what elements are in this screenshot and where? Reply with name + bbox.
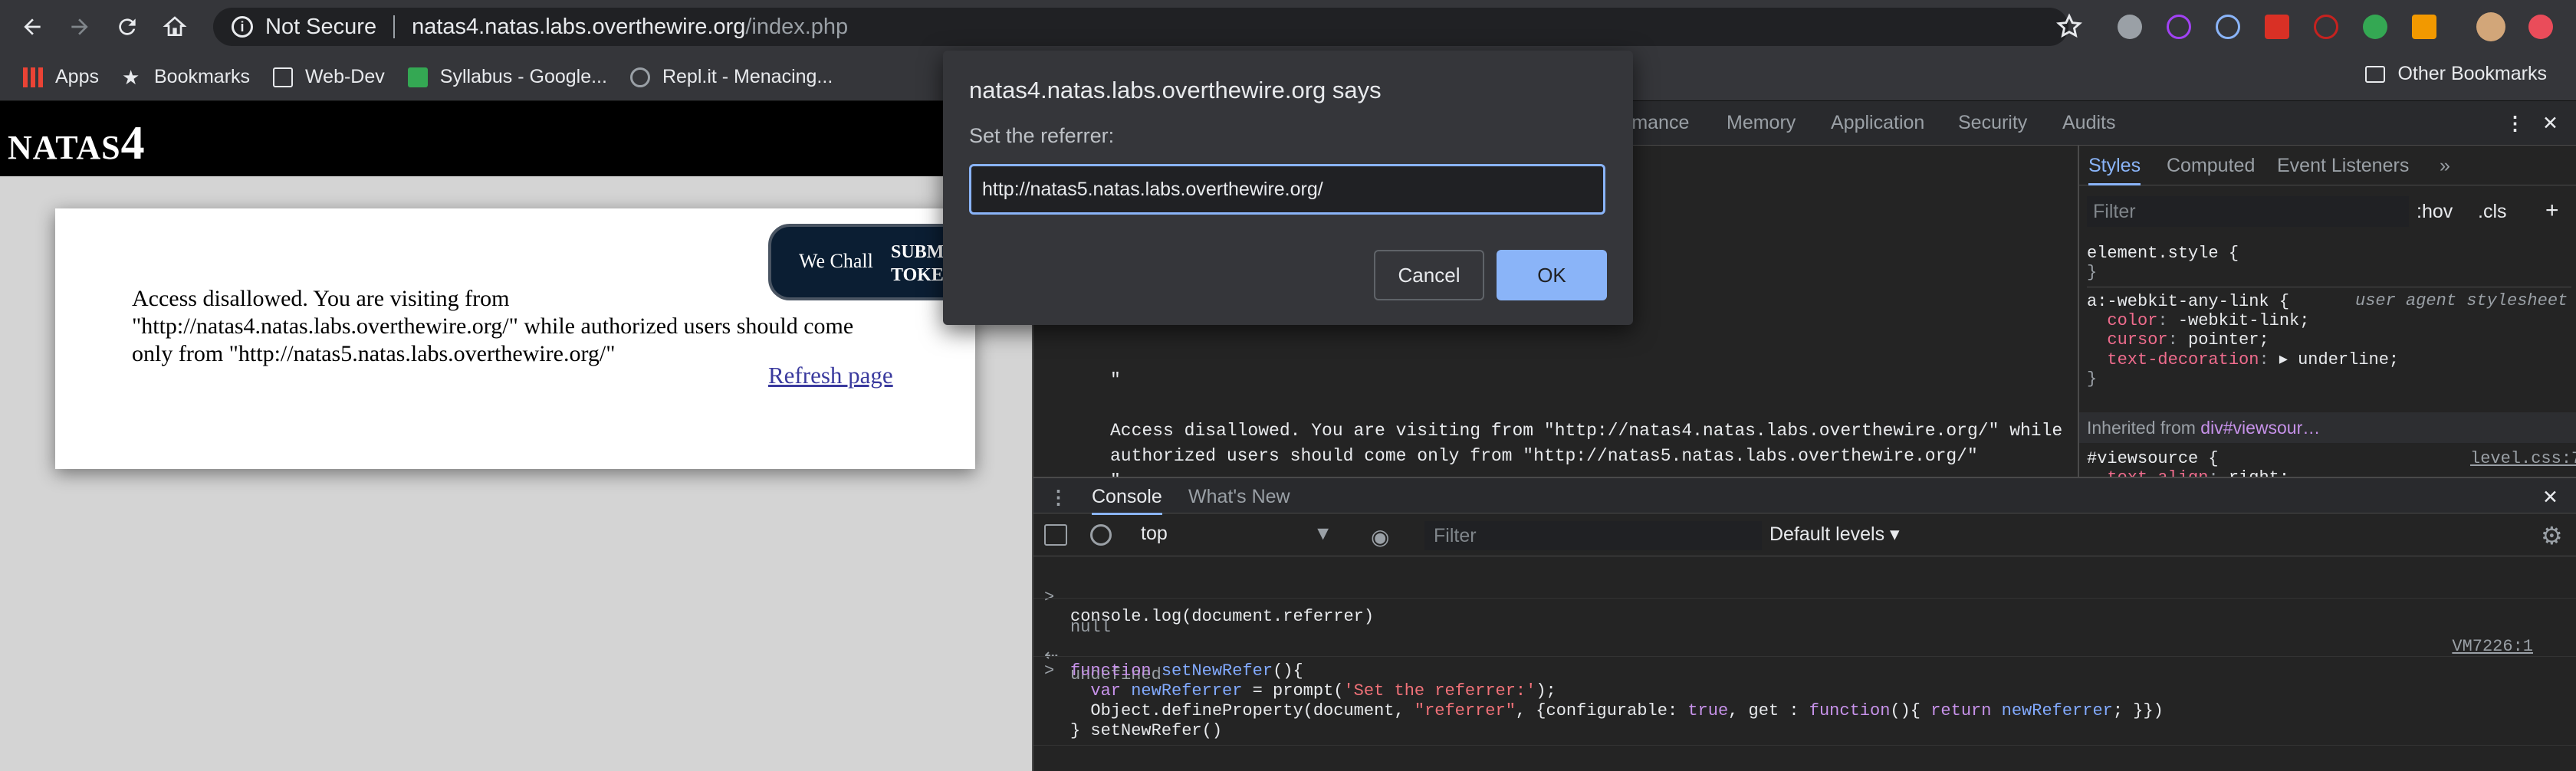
- tab-computed[interactable]: Computed: [2167, 155, 2255, 177]
- security-label: Not Secure: [265, 14, 377, 39]
- apps-grid-icon: [23, 67, 43, 87]
- home-button[interactable]: [159, 11, 190, 42]
- reload-button[interactable]: [112, 11, 143, 42]
- address-bar[interactable]: i Not Secure natas4.natas.labs.overthewi…: [213, 8, 2068, 46]
- tab-performance[interactable]: rmance: [1625, 112, 1689, 134]
- drawer-menu-icon[interactable]: ⋮: [1049, 486, 1068, 509]
- url-path: /index.php: [745, 14, 849, 39]
- separator: [393, 15, 396, 38]
- info-icon[interactable]: i: [232, 16, 253, 38]
- extension-lastpass-icon[interactable]: [2265, 15, 2289, 39]
- element-style-rule[interactable]: element.style { }: [2087, 244, 2239, 282]
- bookmark-replit[interactable]: Repl.it - Menacing...: [629, 66, 833, 88]
- prompt-dialog: natas4.natas.labs.overthewire.org says S…: [943, 51, 1633, 325]
- browser-toolbar: i Not Secure natas4.natas.labs.overthewi…: [0, 0, 2576, 54]
- tab-memory[interactable]: Memory: [1727, 112, 1796, 134]
- chevron-down-icon: ▼: [1313, 523, 1332, 544]
- tab-application[interactable]: Application: [1831, 112, 1924, 134]
- more-tabs-icon[interactable]: »: [2440, 155, 2450, 177]
- cancel-button[interactable]: Cancel: [1374, 250, 1484, 300]
- add-rule-icon[interactable]: +: [2545, 198, 2559, 224]
- site-title: NATAS4: [8, 117, 146, 169]
- drawer-close-icon[interactable]: ✕: [2542, 486, 2558, 509]
- extension-podcast-icon[interactable]: [2167, 15, 2191, 39]
- tab-whats-new[interactable]: What's New: [1188, 486, 1290, 508]
- drawer-tabs: ⋮ Console What's New ✕: [1033, 478, 2576, 515]
- home-icon: [163, 16, 187, 36]
- ok-button[interactable]: OK: [1497, 250, 1607, 300]
- other-bookmarks[interactable]: Other Bookmarks: [2365, 63, 2547, 85]
- cls-toggle[interactable]: .cls: [2478, 201, 2507, 223]
- extension-block-icon[interactable]: [2314, 15, 2338, 39]
- console-filter-input[interactable]: Filter: [1424, 521, 1762, 550]
- prompt-chevron-icon: >: [1044, 661, 1055, 681]
- content-box: We Chall SUBMIT TOKEN Access disallowed. …: [55, 208, 998, 469]
- dialog-title: natas4.natas.labs.overthewire.org says: [969, 77, 1382, 103]
- dom-tree-text[interactable]: " Access disallowed. You are visiting fr…: [1110, 368, 2062, 494]
- reload-icon: [119, 18, 136, 35]
- console-prompt[interactable]: >: [1033, 745, 2576, 771]
- star-icon: ★: [121, 65, 140, 89]
- bookmark-bookmarks[interactable]: ★ Bookmarks: [122, 66, 250, 88]
- hov-toggle[interactable]: :hov: [2417, 201, 2453, 223]
- forward-button[interactable]: [64, 11, 95, 42]
- log-levels-select[interactable]: Default levels ▾: [1769, 523, 1900, 546]
- styles-pane: Styles Computed Event Listeners » Filter…: [2078, 146, 2576, 477]
- ua-source-label: user agent stylesheet: [2355, 291, 2568, 310]
- context-select[interactable]: top ▼: [1141, 523, 1340, 549]
- console-code-block: > function setNewRefer(){ var newReferre…: [1033, 656, 2576, 740]
- devtools-close-icon[interactable]: ✕: [2542, 112, 2558, 135]
- referrer-input[interactable]: [969, 164, 1605, 215]
- folder-icon: [2365, 65, 2386, 83]
- console-toolbar: top ▼ ◉ Filter Default levels ▾ ⚙: [1033, 513, 2576, 556]
- styles-filter-input[interactable]: Filter: [2087, 196, 2409, 227]
- inherited-header: Inherited from div#viewsour…: [2079, 412, 2576, 443]
- console-settings-gear-icon[interactable]: ⚙: [2541, 521, 2563, 550]
- url-host: natas4.natas.labs.overthewire.org: [412, 14, 746, 39]
- bookmark-syllabus[interactable]: Syllabus - Google...: [407, 66, 607, 88]
- refresh-page-link[interactable]: Refresh page: [768, 362, 893, 389]
- tab-event-listeners[interactable]: Event Listeners: [2277, 155, 2409, 177]
- folder-icon: [273, 67, 294, 87]
- sidebar-toggle-icon[interactable]: [1044, 524, 1067, 546]
- devtools-menu-icon[interactable]: ⋮: [2505, 112, 2525, 135]
- page-viewport: NATAS4 We Chall SUBMIT TOKEN Access disal…: [0, 101, 1032, 771]
- prompt-chevron-icon: >: [1044, 768, 1054, 771]
- tab-styles[interactable]: Styles: [2088, 155, 2141, 185]
- clear-console-icon[interactable]: [1090, 524, 1112, 546]
- extension-orange-icon[interactable]: [2412, 15, 2436, 39]
- forward-arrow-icon: [71, 18, 88, 35]
- bookmark-web-dev[interactable]: Web-Dev: [273, 66, 385, 88]
- dialog-message: Set the referrer:: [969, 124, 1115, 147]
- bookmark-apps[interactable]: Apps: [23, 66, 99, 88]
- extension-red-icon[interactable]: [2528, 15, 2553, 39]
- back-arrow-icon: [24, 18, 41, 35]
- eye-icon[interactable]: ◉: [1371, 524, 1389, 550]
- wechall-logo: We Chall: [799, 250, 873, 272]
- replit-icon: [629, 67, 650, 87]
- access-message: Access disallowed. You are visiting from…: [132, 286, 854, 366]
- sheets-icon: [407, 67, 428, 87]
- tab-security[interactable]: Security: [1958, 112, 2027, 134]
- extension-react-icon[interactable]: [2216, 15, 2240, 39]
- tab-audits[interactable]: Audits: [2062, 112, 2115, 134]
- viewsource-source-link[interactable]: level.css:7: [2470, 449, 2576, 468]
- natas-header: NATAS4: [0, 101, 1032, 176]
- extension-circle-icon[interactable]: [2118, 15, 2142, 39]
- viewsource-rule[interactable]: #viewsource { text-align: right;: [2087, 449, 2289, 477]
- bookmark-star-icon[interactable]: [2055, 12, 2084, 41]
- extension-leaf-icon[interactable]: [2363, 15, 2387, 39]
- console-drawer: ⋮ Console What's New ✕ top ▼ ◉ Filter Def…: [1033, 477, 2576, 771]
- back-button[interactable]: [17, 11, 48, 42]
- styles-tabs: Styles Computed Event Listeners »: [2079, 146, 2576, 185]
- tab-console[interactable]: Console: [1092, 486, 1162, 515]
- profile-avatar[interactable]: [2476, 12, 2505, 41]
